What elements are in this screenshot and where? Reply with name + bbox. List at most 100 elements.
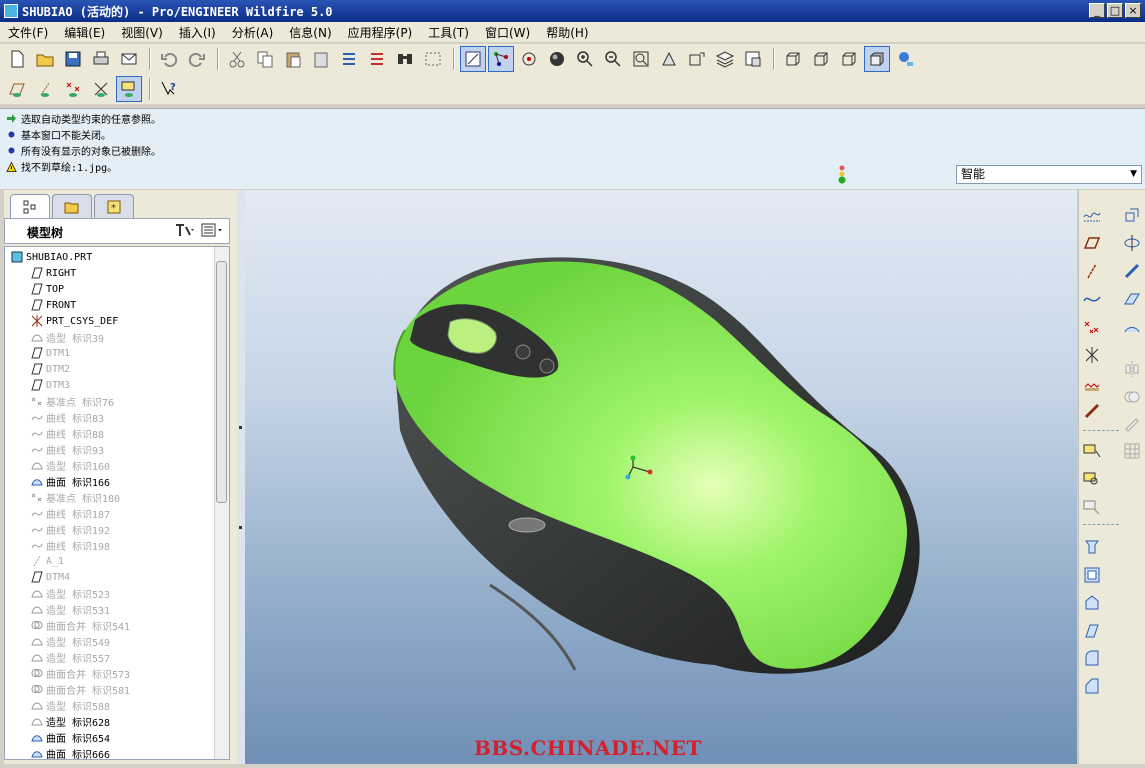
tree-item[interactable]: 造型 标识160 (31, 457, 110, 473)
filter-select[interactable]: 智能 ▼ (956, 165, 1142, 184)
tree-item[interactable]: 曲面合并 标识541 (31, 617, 130, 633)
sketched-datum-icon[interactable] (1081, 204, 1103, 226)
minimize-button[interactable]: _ (1089, 3, 1105, 18)
tree-item[interactable]: 造型 标识628 (31, 713, 110, 729)
tree-item[interactable]: 造型 标识588 (31, 697, 110, 713)
tree-item[interactable]: A_1 (31, 553, 64, 569)
no-hidden-icon[interactable] (836, 46, 862, 72)
scrollbar-thumb[interactable] (216, 261, 227, 503)
pattern-icon[interactable] (1121, 440, 1143, 462)
regen-manager-icon[interactable] (364, 46, 390, 72)
graphics-window[interactable] (245, 190, 1077, 764)
tree-item[interactable]: 造型 标识549 (31, 633, 110, 649)
warp-icon[interactable] (1081, 496, 1103, 518)
print-icon[interactable] (88, 46, 114, 72)
tree-item[interactable]: PRT_CSYS_DEF (31, 313, 118, 329)
hole-icon[interactable] (1081, 536, 1103, 558)
menu-tools[interactable]: 工具(T) (420, 24, 477, 41)
tree-item[interactable]: 曲线 标识198 (31, 537, 110, 553)
cut-icon[interactable] (224, 46, 250, 72)
datum-point-icon[interactable] (1081, 316, 1103, 338)
hidden-line-icon[interactable] (808, 46, 834, 72)
tree-item[interactable]: 造型 标识523 (31, 585, 110, 601)
menu-edit[interactable]: 编辑(E) (56, 24, 113, 41)
tree-item[interactable]: 曲线 标识83 (31, 409, 104, 425)
csys-display-icon[interactable] (88, 76, 114, 102)
find-icon[interactable] (392, 46, 418, 72)
datum-plane-display-icon[interactable] (4, 76, 30, 102)
open-file-icon[interactable] (32, 46, 58, 72)
sketch-icon[interactable] (1081, 440, 1103, 462)
tree-item[interactable]: FRONT (31, 297, 76, 313)
select-box-icon[interactable] (420, 46, 446, 72)
menu-analysis[interactable]: 分析(A) (224, 24, 282, 41)
spin-center-icon[interactable] (488, 46, 514, 72)
tab-favorites[interactable]: * (94, 194, 134, 219)
tree-item[interactable]: 造型 标识39 (31, 329, 104, 345)
tree-item[interactable]: 曲线 标识88 (31, 425, 104, 441)
tree-item[interactable]: DTM1 (31, 345, 70, 361)
tree-item[interactable]: 曲面合并 标识581 (31, 681, 130, 697)
tree-item[interactable]: 基准点 标识180 (31, 489, 120, 505)
panel-splitter[interactable] (237, 190, 245, 764)
appearance-icon[interactable] (892, 46, 918, 72)
menu-help[interactable]: 帮助(H) (538, 24, 596, 41)
copy-icon[interactable] (252, 46, 278, 72)
merge-icon[interactable] (1121, 386, 1143, 408)
blend-icon[interactable] (1121, 288, 1143, 310)
refit-icon[interactable] (628, 46, 654, 72)
orient-mode-icon[interactable] (516, 46, 542, 72)
boundary-blend-icon[interactable] (1121, 316, 1143, 338)
trim-icon[interactable] (1121, 414, 1143, 436)
shaded-view-icon[interactable] (864, 46, 890, 72)
tree-item[interactable]: DTM2 (31, 361, 70, 377)
tree-item[interactable]: DTM3 (31, 377, 70, 393)
mirror-icon[interactable] (1121, 358, 1143, 380)
paste-icon[interactable] (280, 46, 306, 72)
tab-model-tree[interactable] (10, 194, 50, 219)
tree-item[interactable]: 曲面 标识666 (31, 745, 110, 759)
menu-window[interactable]: 窗口(W) (477, 24, 538, 41)
datum-point-display-icon[interactable] (60, 76, 86, 102)
menu-insert[interactable]: 插入(I) (171, 24, 224, 41)
tree-item[interactable]: 曲面 标识654 (31, 729, 110, 745)
saved-views-icon[interactable] (740, 46, 766, 72)
settings-icon[interactable] (173, 222, 195, 241)
zoom-in-icon[interactable] (572, 46, 598, 72)
regenerate-icon[interactable] (336, 46, 362, 72)
context-help-icon[interactable]: ? (156, 76, 182, 102)
tree-item[interactable]: 曲面 标识166 (31, 473, 110, 489)
extrude-icon[interactable] (1121, 204, 1143, 226)
datum-axis-display-icon[interactable] (32, 76, 58, 102)
tree-item[interactable]: 基准点 标识76 (31, 393, 114, 409)
tree-item[interactable]: DTM4 (31, 569, 70, 585)
paste-special-icon[interactable] (308, 46, 334, 72)
analysis-icon[interactable] (1081, 372, 1103, 394)
draft-icon[interactable] (1081, 620, 1103, 642)
repaint-icon[interactable] (460, 46, 486, 72)
tree-item[interactable]: TOP (31, 281, 64, 297)
tree-item[interactable]: RIGHT (31, 265, 76, 281)
redo-icon[interactable] (184, 46, 210, 72)
rib-icon[interactable] (1081, 592, 1103, 614)
menu-view[interactable]: 视图(V) (113, 24, 171, 41)
wireframe-icon[interactable] (780, 46, 806, 72)
show-menu-icon[interactable] (201, 222, 225, 241)
shading-icon[interactable] (544, 46, 570, 72)
menu-applications[interactable]: 应用程序(P) (340, 24, 421, 41)
chamfer-icon[interactable] (1081, 676, 1103, 698)
sweep-icon[interactable] (1121, 260, 1143, 282)
datum-axis-icon[interactable] (1081, 260, 1103, 282)
round-icon[interactable] (1081, 648, 1103, 670)
view-manager-icon[interactable] (684, 46, 710, 72)
annotation-display-icon[interactable] (116, 76, 142, 102)
tree-item[interactable]: 造型 标识531 (31, 601, 110, 617)
style-icon[interactable] (1081, 468, 1103, 490)
send-mail-icon[interactable] (116, 46, 142, 72)
close-button[interactable]: × (1125, 3, 1141, 18)
tree-item[interactable]: 曲线 标识93 (31, 441, 104, 457)
datum-plane-icon[interactable] (1081, 232, 1103, 254)
tree-item[interactable]: 造型 标识557 (31, 649, 110, 665)
zoom-out-icon[interactable] (600, 46, 626, 72)
revolve-icon[interactable] (1121, 232, 1143, 254)
